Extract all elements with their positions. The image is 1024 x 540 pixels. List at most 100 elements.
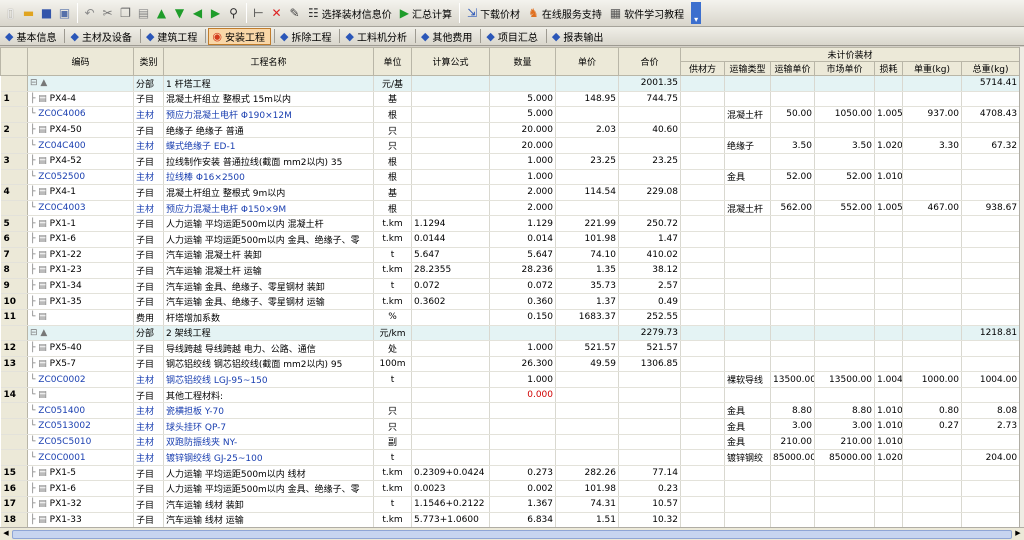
cell-type[interactable]: 子目 bbox=[133, 262, 164, 279]
cell-code[interactable]: ├ ▤ PX1-32 bbox=[27, 496, 134, 513]
cell-formula[interactable] bbox=[411, 75, 490, 92]
cell-code[interactable]: ├ ▤ PX1-1 bbox=[27, 215, 134, 232]
cell-uw[interactable] bbox=[902, 278, 962, 295]
cell-total[interactable] bbox=[618, 371, 681, 388]
row-number[interactable]: 3 bbox=[0, 153, 28, 170]
cell-sup[interactable] bbox=[680, 215, 725, 232]
cell-price[interactable] bbox=[555, 387, 619, 404]
cell-tprice[interactable] bbox=[770, 512, 815, 527]
cell-sup[interactable] bbox=[680, 293, 725, 310]
row-number[interactable]: 12 bbox=[0, 340, 28, 357]
cell-qty[interactable]: 5.000 bbox=[489, 91, 556, 108]
cell-unit[interactable]: 只 bbox=[373, 418, 412, 435]
table-row[interactable]: 2 ├ ▤ PX4-50 子目 绝缘子 绝缘子 普通只 20.000 2.03 40.60 bbox=[0, 122, 1019, 139]
cell-mprice[interactable] bbox=[814, 75, 875, 92]
cell-trans[interactable] bbox=[724, 153, 771, 170]
cell-loss[interactable] bbox=[874, 247, 903, 264]
cell-uw[interactable] bbox=[902, 215, 962, 232]
cell-code[interactable]: └ ZC04C400 bbox=[27, 137, 134, 154]
row-number[interactable] bbox=[0, 75, 28, 92]
cell-code[interactable]: ├ ▤ PX1-33 bbox=[27, 512, 134, 527]
cell-trans[interactable] bbox=[724, 75, 771, 92]
cell-code[interactable]: └ ▤ bbox=[27, 387, 134, 404]
cell-loss[interactable] bbox=[874, 480, 903, 498]
cell-mprice[interactable] bbox=[814, 340, 875, 357]
cell-loss[interactable] bbox=[874, 75, 903, 92]
cell-name[interactable]: 球头挂环 QP-7 bbox=[163, 418, 374, 435]
row-number[interactable]: 7 bbox=[0, 247, 28, 264]
cell-unit[interactable]: t.km bbox=[373, 262, 412, 279]
tab-1[interactable]: ◆ 基本信息 bbox=[2, 28, 61, 45]
cell-sup[interactable] bbox=[680, 309, 725, 326]
new-file-icon[interactable]: ▯ bbox=[2, 2, 19, 24]
cell-formula[interactable] bbox=[411, 418, 490, 435]
cell-mprice[interactable] bbox=[814, 387, 875, 404]
save-icon[interactable]: ■ bbox=[38, 2, 55, 24]
cell-price[interactable]: 148.95 bbox=[555, 91, 619, 108]
cell-name[interactable]: 2 架线工程 bbox=[163, 325, 374, 342]
cell-uw[interactable] bbox=[902, 91, 962, 108]
cell-type[interactable]: 主材 bbox=[133, 434, 164, 451]
cell-tw[interactable]: 204.00 bbox=[961, 449, 1019, 466]
cell-trans[interactable] bbox=[724, 278, 771, 295]
cell-type[interactable]: 主材 bbox=[133, 169, 164, 186]
cell-sup[interactable] bbox=[680, 278, 725, 295]
cell-sup[interactable] bbox=[680, 184, 725, 201]
cell-name[interactable]: 预应力混凝土电杆 Φ190×12M bbox=[163, 106, 374, 123]
cell-total[interactable]: 77.14 bbox=[618, 465, 681, 482]
cell-loss[interactable] bbox=[874, 262, 903, 279]
cell-tprice[interactable] bbox=[770, 122, 815, 139]
col-header-market-price[interactable]: 市场单价 bbox=[814, 61, 875, 76]
cell-mprice[interactable] bbox=[814, 512, 875, 527]
cell-tw[interactable] bbox=[961, 387, 1019, 404]
cell-name[interactable]: 混凝土杆组立 整根式 9m以内 bbox=[163, 184, 374, 201]
table-row[interactable]: 10 ├ ▤ PX1-35 子目 汽车运输 金具、绝缘子、零星钢材 运输 t.km 0.3… bbox=[0, 293, 1019, 310]
cell-code[interactable]: ├ ▤ PX1-22 bbox=[27, 247, 134, 264]
cell-loss[interactable] bbox=[874, 356, 903, 373]
cut-icon[interactable]: ✂ bbox=[99, 2, 116, 24]
cell-type[interactable]: 子目 bbox=[133, 122, 164, 139]
cell-formula[interactable] bbox=[411, 184, 490, 201]
cell-total[interactable]: 2001.35 bbox=[618, 75, 681, 92]
cell-code[interactable]: ├ ▤ PX1-23 bbox=[27, 262, 134, 279]
cell-loss[interactable]: 1.020 bbox=[874, 137, 903, 154]
cell-price[interactable] bbox=[555, 418, 619, 435]
cell-type[interactable]: 子目 bbox=[133, 278, 164, 295]
cell-unit[interactable]: t.km bbox=[373, 480, 412, 498]
cell-loss[interactable]: 1.004 bbox=[874, 371, 903, 388]
cell-type[interactable]: 分部 bbox=[133, 325, 164, 342]
cell-trans[interactable]: 金具 bbox=[724, 402, 771, 420]
cell-price[interactable]: 74.10 bbox=[555, 247, 619, 264]
cell-type[interactable]: 子目 bbox=[133, 293, 164, 310]
cell-trans[interactable] bbox=[724, 465, 771, 482]
row-number[interactable] bbox=[0, 402, 28, 420]
cell-code[interactable]: └ ZC0C4006 bbox=[27, 106, 134, 123]
cell-uw[interactable] bbox=[902, 247, 962, 264]
cell-sup[interactable] bbox=[680, 231, 725, 248]
cell-loss[interactable] bbox=[874, 325, 903, 342]
cell-uw[interactable] bbox=[902, 153, 962, 170]
cell-unit[interactable]: t.km bbox=[373, 293, 412, 310]
cell-total[interactable] bbox=[618, 402, 681, 420]
col-header-unit[interactable]: 单位 bbox=[373, 47, 412, 76]
cell-uw[interactable] bbox=[902, 231, 962, 248]
cell-unit[interactable]: t bbox=[373, 278, 412, 295]
cell-sup[interactable] bbox=[680, 387, 725, 404]
cell-price[interactable]: 74.31 bbox=[555, 496, 619, 513]
cell-loss[interactable] bbox=[874, 465, 903, 482]
cell-type[interactable]: 分部 bbox=[133, 75, 164, 92]
table-row[interactable]: 8 ├ ▤ PX1-23 子目 汽车运输 混凝土杆 运输 t.km 28.2355 28.2… bbox=[0, 262, 1019, 279]
cell-uw[interactable] bbox=[902, 512, 962, 527]
cell-qty[interactable] bbox=[489, 418, 556, 435]
cell-tprice[interactable]: 562.00 bbox=[770, 200, 815, 217]
cell-price[interactable]: 101.98 bbox=[555, 231, 619, 248]
table-row[interactable]: 12 ├ ▤ PX5-40 子目 导线跨越 导线跨越 电力、公路、通信处 1.000 52… bbox=[0, 340, 1019, 357]
cell-name[interactable]: 绝缘子 绝缘子 普通 bbox=[163, 122, 374, 139]
cell-sup[interactable] bbox=[680, 200, 725, 217]
cell-qty[interactable]: 0.014 bbox=[489, 231, 556, 248]
cell-formula[interactable] bbox=[411, 371, 490, 388]
cell-price[interactable]: 1.35 bbox=[555, 262, 619, 279]
cell-unit[interactable] bbox=[373, 387, 412, 404]
table-row[interactable]: 3 ├ ▤ PX4-52 子目 拉线制作安装 普通拉线(截面 mm2以内) 35 根 1.… bbox=[0, 153, 1019, 170]
cell-type[interactable]: 子目 bbox=[133, 356, 164, 373]
